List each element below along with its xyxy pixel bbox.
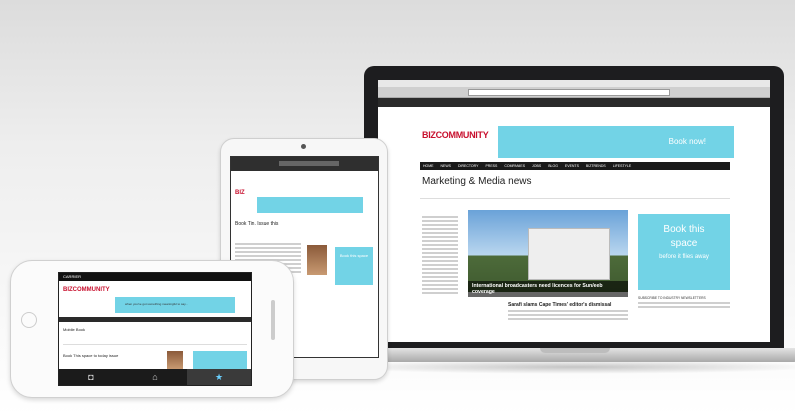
featured-photo[interactable] (468, 210, 628, 292)
header-banner-ad[interactable]: Book now! (498, 126, 734, 158)
phone-portrait-photo (167, 351, 183, 369)
tablet-camera (301, 144, 306, 149)
status-bar: CARRIER (59, 273, 251, 281)
nav-item[interactable]: JOBS (529, 164, 544, 168)
ad-line: Book this (663, 224, 705, 235)
address-bar[interactable] (468, 89, 670, 96)
banner-text: when you've got something meaningful to … (125, 302, 188, 306)
home-icon[interactable]: ⌂ (123, 369, 187, 385)
site-topbar[interactable] (378, 98, 770, 107)
phone-subnav[interactable] (63, 341, 247, 345)
phone-home-button (21, 312, 37, 328)
ad-line: before it flies away (659, 254, 709, 260)
nav-item[interactable]: COMPANIES (501, 164, 528, 168)
phone-section-title: Mobile Book (63, 327, 86, 332)
tablet-sidebar-ad[interactable]: Book this space (335, 247, 373, 285)
browser-menubar[interactable] (378, 80, 770, 87)
laptop-screen: BIZCOMMUNITY Book now! HOME NEWS DIRECTO… (378, 80, 770, 342)
page-title: Marketing & Media news (422, 176, 532, 187)
phone-speaker (271, 300, 275, 340)
building-image (528, 228, 610, 280)
tablet-address-bar[interactable] (279, 161, 339, 166)
site-logo[interactable]: BIZCOMMUNITY (422, 130, 489, 140)
article-preview[interactable]: Sarafi slams Cape Times' editor's dismis… (508, 302, 628, 322)
ad-line: space (670, 238, 698, 249)
phone-nav[interactable] (59, 317, 251, 322)
tab-bar[interactable]: ◘ ⌂ ★ (59, 369, 251, 385)
main-nav[interactable]: HOME NEWS DIRECTORY PRESS COMPANIES JOBS… (420, 162, 730, 170)
nav-item[interactable]: HOME (420, 164, 437, 168)
camera-icon[interactable]: ◘ (59, 369, 123, 385)
phone-screen: CARRIER BIZCOMMUNITY when you've got som… (58, 272, 252, 386)
featured-headline[interactable]: International broadcasters need licences… (468, 281, 628, 297)
phone-banner-ad[interactable]: when you've got something meaningful to … (115, 297, 235, 313)
nav-item[interactable]: NEWS (437, 164, 454, 168)
newsletter-subscribe[interactable]: SUBSCRIBE TO INDUSTRY NEWSLETTERS (638, 296, 730, 310)
nav-item[interactable]: LIFESTYLE (610, 164, 634, 168)
tablet-banner-ad[interactable] (257, 197, 363, 213)
tablet-toolbar[interactable] (231, 157, 378, 171)
sidebar-ad[interactable]: Book this space before it flies away (638, 214, 730, 290)
sub-navigation[interactable] (420, 192, 730, 199)
nav-item[interactable]: BLOG (545, 164, 561, 168)
tablet-logo[interactable]: BIZ (235, 190, 245, 196)
tablet-portrait-photo (307, 245, 327, 275)
nav-item[interactable]: BIZTRENDS (583, 164, 609, 168)
carrier-label: CARRIER (63, 274, 82, 279)
nav-item[interactable]: DIRECTORY (455, 164, 482, 168)
phone-headline[interactable]: Book This space to today issue (63, 353, 118, 358)
laptop-shadow (330, 360, 795, 374)
tablet-article-title[interactable]: Book Tin. Issue this (235, 221, 278, 227)
category-sidebar[interactable] (422, 214, 458, 334)
banner-cta[interactable]: Book now! (669, 137, 706, 146)
nav-item[interactable]: PRESS (482, 164, 500, 168)
laptop-notch (540, 348, 610, 353)
star-icon[interactable]: ★ (187, 369, 251, 385)
nav-item[interactable]: EVENTS (562, 164, 582, 168)
phone-logo[interactable]: BIZCOMMUNITY (63, 287, 110, 293)
